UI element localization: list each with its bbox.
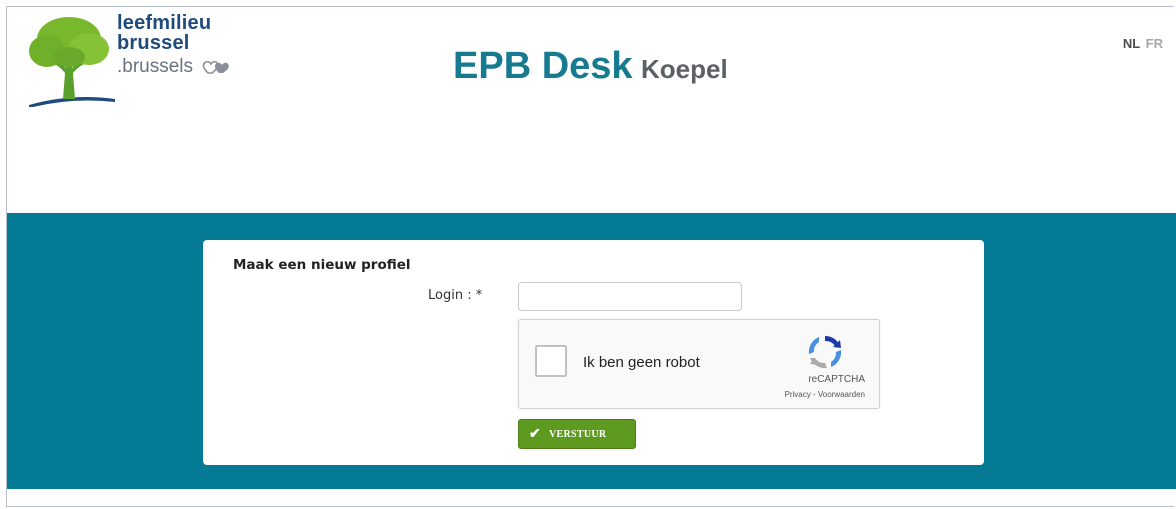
profile-form-card: Maak een nieuw profiel Login : * Ik ben … bbox=[203, 240, 984, 465]
login-input[interactable] bbox=[518, 282, 742, 311]
logo-domain: .brussels bbox=[117, 56, 194, 77]
recaptcha-widget: Ik ben geen robot reCAPTCHA Privacy - Vo… bbox=[518, 319, 880, 409]
leefmilieu-logo[interactable]: leefmilieu brussel .brussels bbox=[17, 11, 267, 107]
submit-button[interactable]: ✔ VERSTUUR bbox=[518, 419, 636, 449]
logo-line-leefmilieu: leefmilieu bbox=[117, 12, 212, 34]
language-switch: NL FR bbox=[1123, 36, 1163, 51]
tree-icon bbox=[29, 17, 115, 107]
recaptcha-label: Ik ben geen robot bbox=[583, 354, 700, 371]
language-fr[interactable]: FR bbox=[1146, 36, 1163, 51]
login-label: Login : * bbox=[428, 288, 483, 303]
logo-line-brussels: .brussels bbox=[117, 57, 234, 77]
recaptcha-checkbox[interactable] bbox=[535, 345, 567, 377]
recaptcha-links[interactable]: Privacy - Voorwaarden bbox=[785, 390, 865, 399]
app-title: EPB Desk Koepel bbox=[453, 45, 728, 88]
form-title: Maak een nieuw profiel bbox=[233, 257, 411, 273]
submit-button-label: VERSTUUR bbox=[549, 428, 607, 440]
logo-line-brussel: brussel bbox=[117, 32, 190, 54]
language-nl[interactable]: NL bbox=[1123, 36, 1140, 51]
recaptcha-brand: reCAPTCHA bbox=[808, 374, 865, 385]
app-title-sub: Koepel bbox=[641, 54, 728, 84]
checkmark-icon: ✔ bbox=[529, 426, 542, 442]
app-title-main: EPB Desk bbox=[453, 45, 633, 87]
hearts-icon bbox=[202, 60, 230, 74]
page-header: leefmilieu brussel .brussels EPB Desk Ko… bbox=[7, 7, 1175, 212]
recaptcha-icon bbox=[808, 335, 842, 369]
